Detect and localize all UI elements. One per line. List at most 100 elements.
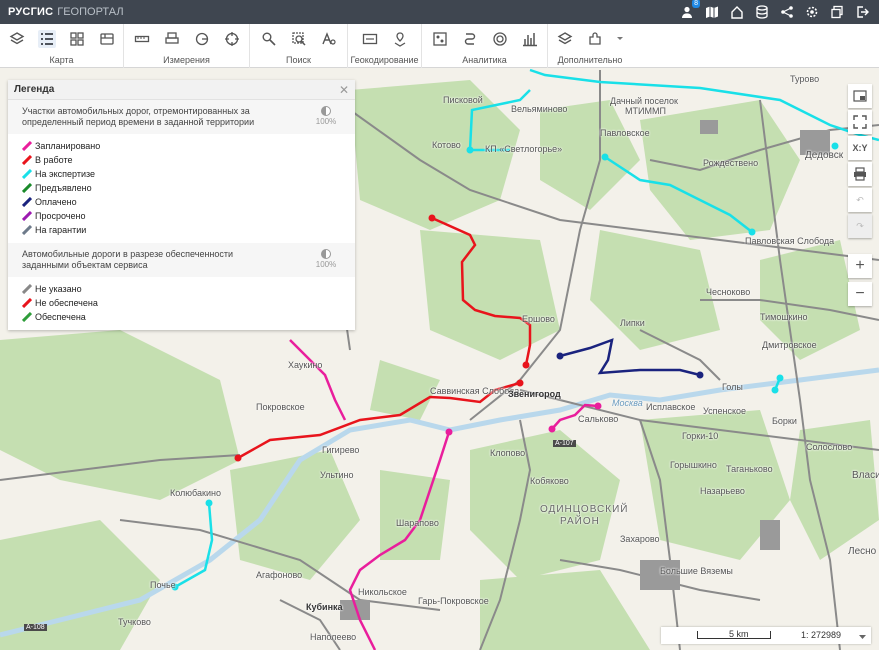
legend-section-title: Автомобильные дороги в разрезе обеспечен… [22,249,234,270]
map-label: Захарово [620,534,660,544]
map-label: Ершово [522,314,555,324]
legend-item: Запланировано [21,139,341,153]
map-label: Турово [790,74,820,84]
zoom-in-button[interactable]: + [848,254,872,278]
plugin-icon[interactable] [586,30,604,48]
route-icon[interactable] [461,30,479,48]
roads-paid [559,338,701,377]
search-text-icon[interactable] [320,30,338,48]
home-icon[interactable] [730,5,744,19]
layers-icon[interactable] [8,30,26,48]
opacity-control[interactable]: 100% [311,249,341,271]
map-icon[interactable] [705,5,719,19]
roads-paid-points [556,352,704,379]
print-measure-icon[interactable] [163,30,181,48]
line-swatch-icon [21,154,33,166]
line-swatch-icon [21,168,33,180]
settings-icon[interactable] [805,5,819,19]
map-label: Павловская Слобода [745,236,835,246]
map-label: Звенигород [508,389,561,399]
map-label: Исплавское [646,402,696,412]
toolbar-group-map: Карта [0,24,124,68]
search-area-icon[interactable] [290,30,308,48]
line-swatch-icon [21,196,33,208]
legend-item: Не указано [21,282,341,296]
scale-distance: 5 km [729,629,749,639]
legend-item: В работе [21,153,341,167]
legend-items-service: Не указано Не обеспечена Обеспечена [8,277,355,330]
scale-ratio[interactable]: 1: 272989 [801,630,841,640]
heatmap-icon[interactable] [431,30,449,48]
search-location-icon[interactable] [260,30,278,48]
xy-coordinates-button[interactable]: X:Y [848,136,872,160]
map-label: Назарьево [700,486,745,496]
road-badge: А-108 [24,624,47,631]
map-label: Успенское [703,406,747,416]
map-label: Гарь-Покровское [418,596,489,606]
map-label: Голы [722,382,743,392]
line-swatch-icon [21,224,33,236]
toolbar-group-search: Поиск [250,24,348,68]
zoom-out-button[interactable]: − [848,282,872,306]
legend-item: Просрочено [21,209,341,223]
area-icon[interactable] [193,30,211,48]
stack-icon[interactable] [556,30,574,48]
map-label: Почье [150,580,176,590]
chevron-down-icon[interactable] [859,632,866,642]
map-label: КП «Светлогорье» [485,144,563,154]
legend-title: Легенда [14,84,55,95]
redo-button[interactable]: ↷ [848,214,872,238]
legend-list-icon[interactable] [37,30,56,48]
legend-item-label: Оплачено [35,197,77,207]
map-label: Писковой [443,95,483,105]
logout-icon[interactable] [855,5,869,19]
map-label: Чесноково [706,287,751,297]
map-label: Шарапово [396,518,439,528]
bar-chart-icon[interactable] [521,30,539,48]
legend-item-label: Обеспечена [35,312,86,322]
close-icon[interactable]: ✕ [339,83,349,97]
database-icon[interactable] [755,5,769,19]
legend-item-label: На гарантии [35,225,87,235]
map-label: Вельяминово [511,104,568,114]
buffer-icon[interactable] [491,30,509,48]
grid-icon[interactable] [68,30,86,48]
toolbar-label-map: Карта [49,55,74,65]
opacity-control[interactable]: 100% [311,106,341,128]
toolbar-label-measure: Измерения [163,55,210,65]
layers-copy-icon[interactable] [830,5,844,19]
toolbar-label-search: Поиск [286,55,311,65]
legend-section-repaired: Участки автомобильных дорог, отремонтиро… [8,100,355,134]
map-label: Сальково [578,414,619,424]
ruler-icon[interactable] [133,30,151,48]
legend-item-label: Не обеспечена [35,298,98,308]
map-label: Борки [772,416,797,426]
map-label: Кобяково [530,476,569,486]
toolbar-label-extra: Дополнительно [557,55,623,65]
notification-badge: 8 [692,0,700,8]
legend-section-title: Участки автомобильных дорог, отремонтиро… [22,106,255,127]
user-icon[interactable]: 8 [680,0,700,19]
basemap-icon[interactable] [98,30,116,48]
geocode-pin-icon[interactable] [391,30,409,48]
map-label: Дедовск [805,150,844,161]
opacity-value: 100% [315,260,337,269]
fullscreen-button[interactable] [848,110,872,134]
map-label: Лесно [848,546,877,557]
map-label: Покровское [256,402,305,412]
print-button[interactable] [848,162,872,186]
river-label: Москва [612,398,643,408]
top-icons: 8 [680,0,869,24]
legend-item: Предъявлено [21,181,341,195]
legend-panel: Легенда ✕ Участки автомобильных дорог, о… [8,80,355,330]
chevron-down-icon[interactable] [616,30,624,48]
map-label: Липки [620,318,645,328]
share-icon[interactable] [780,5,794,19]
legend-section-service: Автомобильные дороги в разрезе обеспечен… [8,243,355,277]
coordinates-icon[interactable] [361,30,379,48]
line-swatch-icon [21,297,33,309]
crosshair-icon[interactable] [223,30,241,48]
minimap-button[interactable] [848,84,872,108]
map-label: Колюбакино [170,488,221,498]
undo-button[interactable]: ↶ [848,188,872,212]
